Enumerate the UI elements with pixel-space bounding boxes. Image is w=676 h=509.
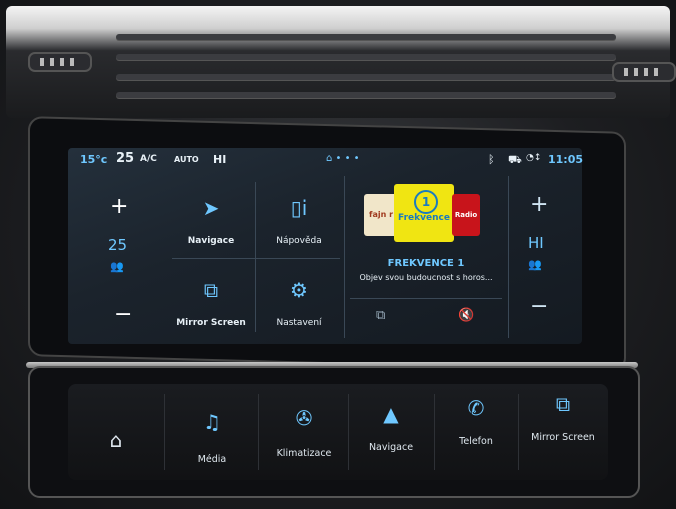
vent-slat bbox=[116, 54, 616, 60]
station-logo-radio[interactable]: Radio bbox=[452, 194, 480, 236]
climate-icon: ✇ bbox=[295, 406, 313, 430]
frekvence-logo-circle: 1 bbox=[414, 190, 438, 214]
mirror-screen-icon: ⧉ bbox=[555, 392, 571, 416]
tile-nastaveni[interactable]: ⚙ Nastavení bbox=[256, 260, 342, 338]
radio-widget[interactable]: fajn r 1 Frekvence Radio FREKVENCE 1 Obj… bbox=[346, 172, 506, 340]
divider bbox=[164, 394, 165, 470]
car-dashboard: 15°c 25 A/C AUTO HI ⌂ • • • ᛒ ⛟ ◔↕ 11:05… bbox=[0, 0, 676, 509]
mirror-screen-icon: ⧉ bbox=[203, 278, 219, 302]
occupant-icon[interactable]: 👥 bbox=[528, 258, 542, 271]
phone-icon: ✆ bbox=[467, 396, 485, 420]
vent-slat bbox=[116, 34, 616, 40]
navigation-button[interactable]: ▲ Navigace bbox=[348, 384, 434, 480]
side-vent-right bbox=[612, 62, 676, 82]
driver-temp: 25 bbox=[108, 236, 128, 254]
settings-gear-icon: ⚙ bbox=[290, 278, 308, 302]
fan-minus-button[interactable]: − bbox=[530, 294, 548, 319]
vent-slat bbox=[116, 74, 616, 80]
divider bbox=[350, 298, 502, 299]
home-button[interactable]: ⌂ bbox=[68, 384, 164, 480]
station-description: Objev svou budoucnost s horos... bbox=[359, 273, 493, 282]
left-climate-controls: + 25 👥 − bbox=[68, 178, 168, 338]
clock: 11:05 bbox=[548, 153, 584, 166]
fan-plus-button[interactable]: + bbox=[530, 192, 548, 217]
side-vent-left bbox=[28, 52, 92, 72]
divider bbox=[172, 258, 340, 259]
divider bbox=[344, 176, 345, 338]
navigation-icon: ➤ bbox=[202, 196, 220, 220]
temp-minus-button[interactable]: − bbox=[114, 302, 132, 327]
navigation-icon: ▲ bbox=[383, 402, 399, 426]
infotainment-screen: 15°c 25 A/C AUTO HI ⌂ • • • ᛒ ⛟ ◔↕ 11:05… bbox=[68, 148, 584, 344]
divider bbox=[255, 182, 256, 332]
temp-plus-button[interactable]: + bbox=[110, 194, 128, 219]
mute-icon[interactable]: 🔇 bbox=[458, 308, 474, 323]
phone-button[interactable]: ✆ Telefon bbox=[434, 384, 518, 480]
station-name: FREKVENCE 1 bbox=[387, 258, 465, 269]
tile-napoveda[interactable]: ▯ⅰ Nápověda bbox=[256, 178, 342, 256]
media-button[interactable]: ♫ Média bbox=[168, 384, 256, 480]
outside-temp: 15°c bbox=[80, 153, 108, 166]
tile-navigace[interactable]: ➤ Navigace bbox=[168, 178, 254, 256]
home-dots-icon: ⌂ • • • bbox=[326, 153, 360, 164]
divider bbox=[258, 394, 259, 470]
station-logo-frekvence[interactable]: 1 Frekvence bbox=[394, 184, 454, 242]
fan-level: HI bbox=[528, 234, 544, 252]
right-climate-controls: + HI 👥 − bbox=[502, 178, 582, 338]
app-grid: ➤ Navigace ▯ⅰ Nápověda ⧉ Mirror Screen ⚙… bbox=[168, 178, 344, 338]
home-icon: ⌂ bbox=[109, 428, 123, 452]
bluetooth-icon: ᛒ bbox=[488, 153, 495, 166]
air-vents bbox=[6, 6, 676, 118]
mirror-screen-button[interactable]: ⧉ Mirror Screen bbox=[518, 384, 608, 480]
climate-button[interactable]: ✇ Klimatizace bbox=[260, 384, 348, 480]
auto-indicator[interactable]: AUTO bbox=[174, 155, 199, 164]
radio-source-icon[interactable]: ⧉ bbox=[376, 308, 385, 323]
fan-indicator[interactable]: HI bbox=[213, 153, 226, 166]
status-bar: 15°c 25 A/C AUTO HI ⌂ • • • ᛒ ⛟ ◔↕ 11:05 bbox=[68, 148, 584, 170]
music-icon: ♫ bbox=[203, 410, 221, 434]
shortcut-bar: ⌂ ♫ Média ✇ Klimatizace ▲ Navigace ✆ Tel… bbox=[68, 384, 608, 480]
set-temp[interactable]: 25 bbox=[116, 151, 134, 166]
occupant-icon[interactable]: 👥 bbox=[110, 260, 124, 273]
help-book-icon: ▯ⅰ bbox=[290, 196, 308, 220]
tile-mirror-screen[interactable]: ⧉ Mirror Screen bbox=[168, 260, 254, 338]
station-logo-fajn[interactable]: fajn r bbox=[364, 194, 398, 236]
ac-indicator[interactable]: A/C bbox=[140, 154, 157, 164]
vent-slat bbox=[116, 92, 616, 98]
car-icon: ⛟ bbox=[508, 153, 522, 166]
signal-icon: ◔↕ bbox=[526, 153, 542, 163]
